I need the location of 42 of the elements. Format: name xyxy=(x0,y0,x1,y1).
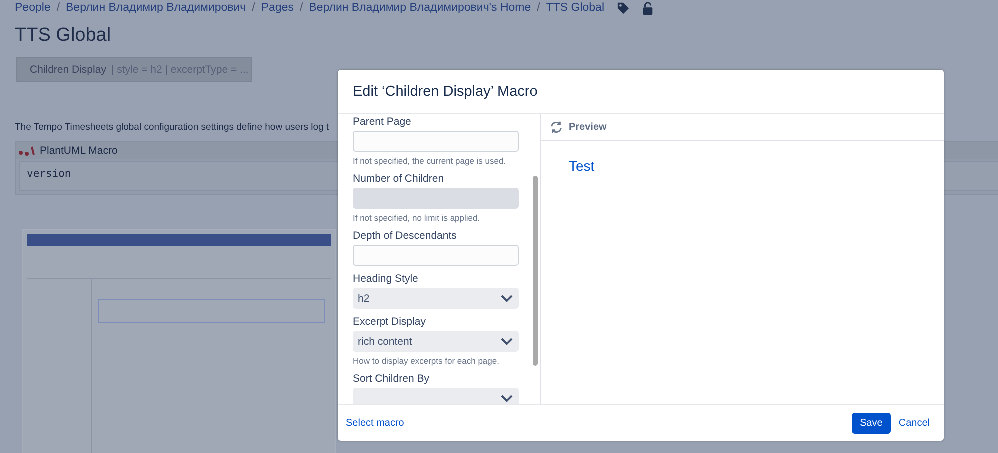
help-text: How to display excerpts for each page. xyxy=(353,356,500,366)
dropdown-value: h2 xyxy=(358,292,370,304)
breadcrumb-link[interactable]: Верлин Владимир Владимирович xyxy=(66,2,246,14)
dropdown-field[interactable] xyxy=(353,388,519,404)
chevron-down-icon xyxy=(501,394,513,402)
breadcrumb-link[interactable]: Верлин Владимир Владимирович's Home xyxy=(309,2,532,14)
text-field[interactable] xyxy=(353,245,519,266)
page-title: TTS Global xyxy=(15,25,112,47)
preview-link[interactable]: Test xyxy=(569,158,595,174)
help-text: If not specified, no limit is applied. xyxy=(353,213,482,223)
code-macro-title: PlantUML Macro xyxy=(40,144,118,156)
plantuml-logo-icon xyxy=(18,144,36,156)
breadcrumb-link[interactable]: TTS Global xyxy=(546,2,605,14)
field-label: Sort Children By xyxy=(353,373,430,385)
chevron-down-icon xyxy=(501,294,513,302)
cancel-link[interactable]: Cancel xyxy=(898,418,930,428)
macro-name: Children Display xyxy=(30,64,106,76)
breadcrumb-link[interactable]: People xyxy=(15,2,51,14)
field-label: Parent Page xyxy=(353,116,412,128)
scrollbar-thumb[interactable] xyxy=(533,176,538,366)
dialog-title: Edit ‘Children Display’ Macro xyxy=(353,84,538,100)
field-label: Number of Children xyxy=(353,173,446,185)
field-label: Excerpt Display xyxy=(353,316,427,328)
unlock-icon[interactable] xyxy=(642,2,654,14)
paragraph: The Tempo Timesheets global configuration settings define how users log t xyxy=(15,122,330,133)
save-button[interactable]: Save xyxy=(852,412,891,434)
breadcrumb-link[interactable]: Pages xyxy=(261,2,294,14)
dropdown-value: rich content xyxy=(358,336,412,348)
dropdown-field[interactable]: h2 xyxy=(353,288,519,309)
chevron-down-icon xyxy=(501,338,513,346)
breadcrumb-separator: / xyxy=(252,2,256,14)
dropdown-field[interactable]: rich content xyxy=(353,331,519,352)
breadcrumb-separator: / xyxy=(300,2,304,14)
field-label: Depth of Descendants xyxy=(353,230,458,242)
breadcrumb-separator: / xyxy=(537,2,540,14)
tag-icon[interactable] xyxy=(616,2,630,14)
refresh-icon[interactable] xyxy=(550,120,563,134)
preview-label: Preview xyxy=(569,122,607,132)
breadcrumb-separator: / xyxy=(56,2,60,14)
text-field[interactable] xyxy=(353,131,519,152)
select-macro-link[interactable]: Select macro xyxy=(346,418,404,428)
field-label: Heading Style xyxy=(353,273,420,285)
